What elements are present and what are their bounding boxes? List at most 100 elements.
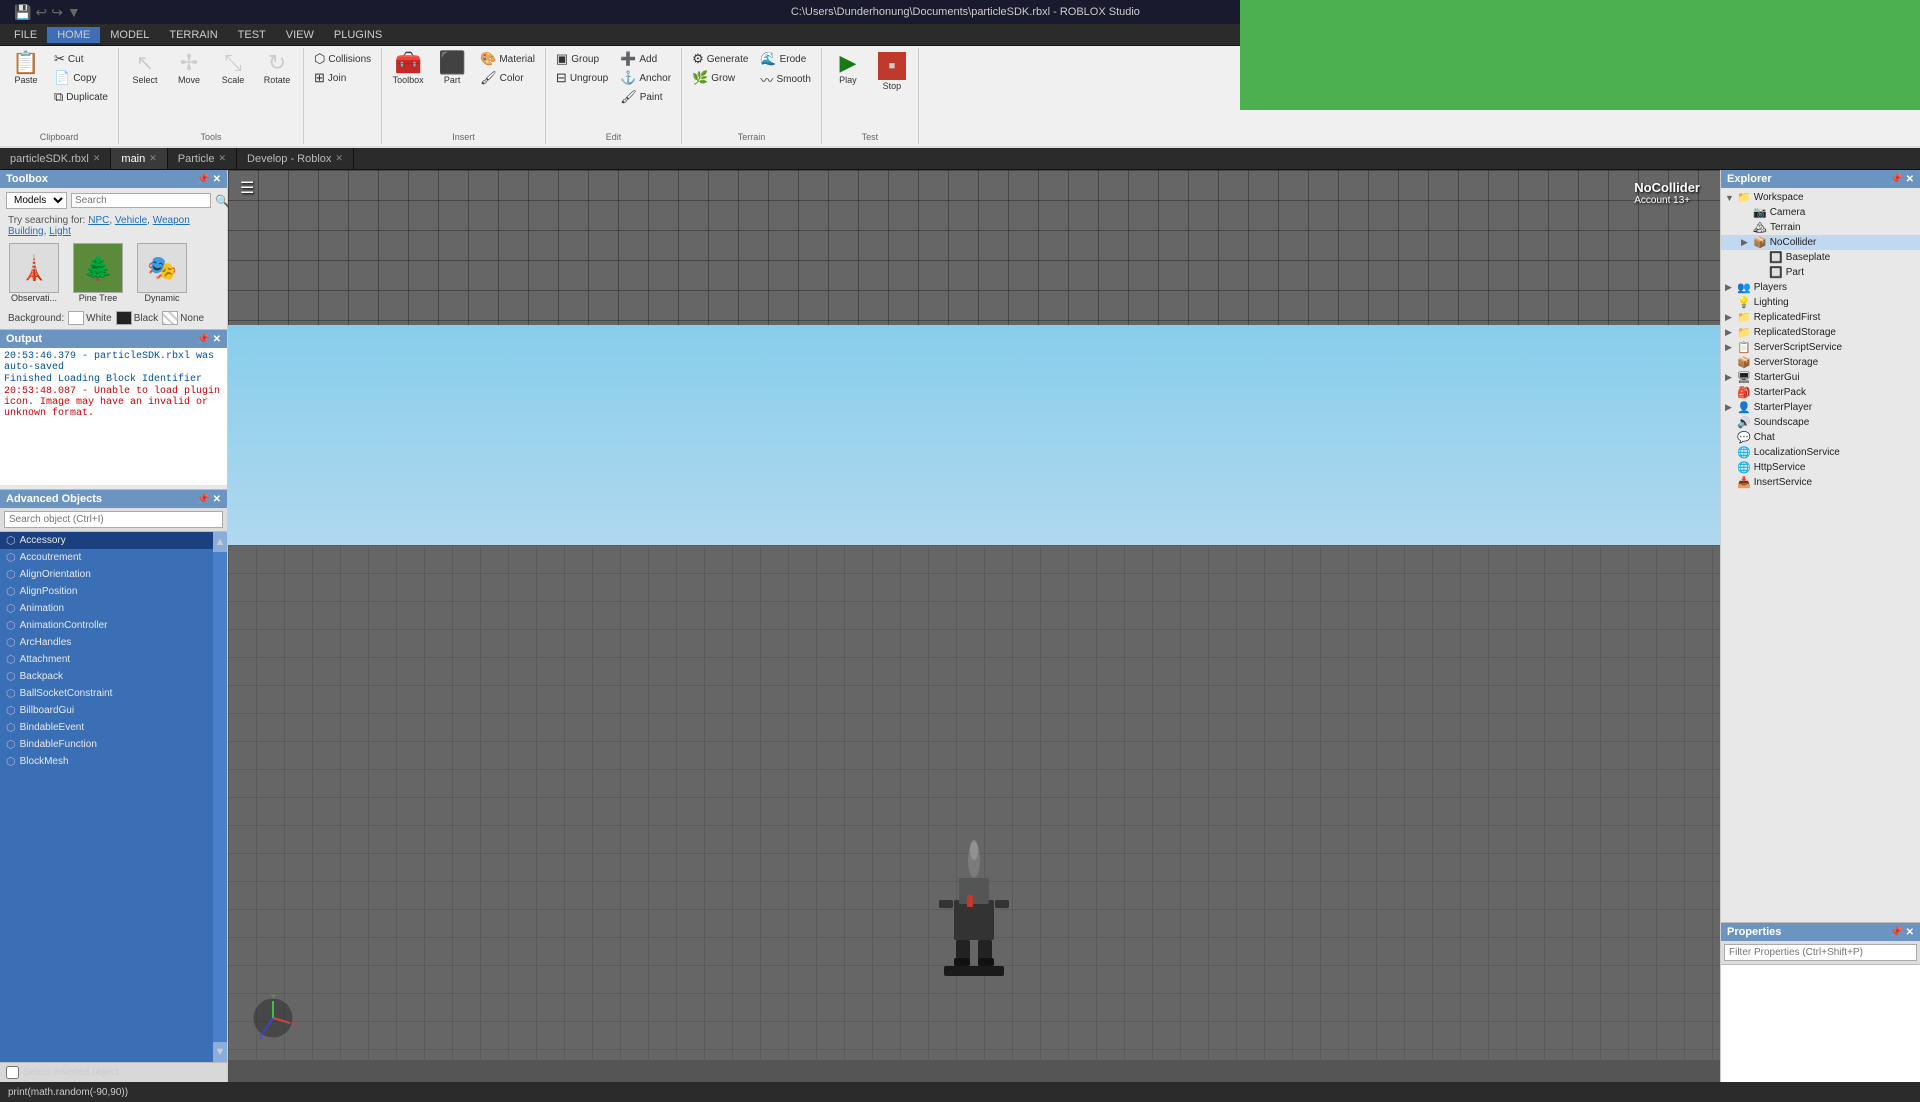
- erode-button[interactable]: 🌊 Erode: [756, 50, 814, 68]
- suggest-building[interactable]: Building: [8, 226, 44, 237]
- toolbox-header-buttons[interactable]: 📌 ✕: [197, 174, 221, 185]
- tree-nocollider[interactable]: ▶📦NoCollider: [1721, 235, 1920, 250]
- menu-plugins[interactable]: PLUGINS: [324, 27, 392, 43]
- tree-part[interactable]: 🔲Part: [1721, 265, 1920, 280]
- adv-item-backpack[interactable]: ⬡ Backpack: [0, 668, 227, 685]
- select-inserted-checkbox[interactable]: [6, 1066, 19, 1079]
- explorer-pin-icon[interactable]: 📌: [1890, 174, 1902, 185]
- bg-black-option[interactable]: Black: [116, 311, 158, 325]
- toolbox-close-icon[interactable]: ✕: [213, 174, 221, 185]
- menu-test[interactable]: TEST: [228, 27, 276, 43]
- adv-item-ballsocketconstraint[interactable]: ⬡ BallSocketConstraint: [0, 685, 227, 702]
- toolbox-item-dynamic[interactable]: 🎭 Dynamic: [132, 243, 192, 303]
- tree-chat[interactable]: 💬Chat: [1721, 430, 1920, 445]
- cut-button[interactable]: ✂ Cut: [50, 50, 112, 68]
- tab-main[interactable]: main ✕: [111, 148, 167, 169]
- part-button[interactable]: ⬛ Part: [432, 50, 472, 87]
- output-close-icon[interactable]: ✕: [213, 334, 221, 345]
- suggest-light[interactable]: Light: [49, 226, 71, 237]
- menu-terrain[interactable]: TERRAIN: [159, 27, 227, 43]
- play-button[interactable]: ▶ Play: [828, 50, 868, 87]
- close-tab-particle[interactable]: ✕: [218, 153, 226, 164]
- group-button[interactable]: ▣ Group: [552, 50, 612, 68]
- paint-button[interactable]: 🖌 Paint: [616, 88, 675, 106]
- close-tab-particleSDK[interactable]: ✕: [93, 153, 101, 164]
- suggest-vehicle[interactable]: Vehicle: [115, 215, 147, 226]
- paste-button[interactable]: 📋 Paste: [6, 50, 46, 87]
- rotate-button[interactable]: ↻ Rotate: [257, 50, 297, 87]
- tab-particleSDK[interactable]: particleSDK.rbxl ✕: [0, 148, 111, 169]
- menu-file[interactable]: FILE: [4, 27, 47, 43]
- tree-startergui[interactable]: ▶🖥StarterGui: [1721, 370, 1920, 385]
- collisions-button[interactable]: ⬡ Collisions: [310, 50, 375, 68]
- suggest-weapon[interactable]: Weapon: [153, 215, 190, 226]
- tree-players[interactable]: ▶👥Players: [1721, 280, 1920, 295]
- properties-close-icon[interactable]: ✕: [1906, 927, 1914, 938]
- adv-objects-header-buttons[interactable]: 📌 ✕: [197, 494, 221, 505]
- menu-view[interactable]: VIEW: [276, 27, 324, 43]
- adv-item-bindableevent[interactable]: ⬡ BindableEvent: [0, 719, 227, 736]
- suggest-npc[interactable]: NPC: [88, 215, 109, 226]
- undo-icon[interactable]: ↩: [35, 4, 47, 21]
- toolbox-item-pine-tree[interactable]: 🌲 Pine Tree: [68, 243, 128, 303]
- duplicate-button[interactable]: ⧉ Duplicate: [50, 88, 112, 106]
- toolbox-model-select[interactable]: Models: [6, 192, 67, 209]
- tree-terrain[interactable]: 🏔Terrain: [1721, 220, 1920, 235]
- quick-access-toolbar[interactable]: 💾 ↩ ↪ ▼: [8, 4, 87, 21]
- redo-icon[interactable]: ↪: [51, 4, 63, 21]
- close-tab-main[interactable]: ✕: [149, 153, 157, 164]
- adv-objects-pin-icon[interactable]: 📌: [197, 494, 209, 505]
- tree-starterplayer[interactable]: ▶👤StarterPlayer: [1721, 400, 1920, 415]
- copy-button[interactable]: 📄 Copy: [50, 69, 112, 87]
- tree-baseplate[interactable]: 🔲Baseplate: [1721, 250, 1920, 265]
- adv-item-alignposition[interactable]: ⬡ AlignPosition: [0, 583, 227, 600]
- adv-item-animation[interactable]: ⬡ Animation: [0, 600, 227, 617]
- tree-workspace[interactable]: ▼📁Workspace: [1721, 190, 1920, 205]
- adv-item-accessory[interactable]: ⬡ Accessory: [0, 532, 227, 549]
- adv-objects-search-input[interactable]: [4, 511, 223, 528]
- stop-button[interactable]: ■ Stop: [872, 50, 912, 93]
- ungroup-button[interactable]: ⊟ Ungroup: [552, 69, 612, 87]
- tree-serverstorage[interactable]: 📦ServerStorage: [1721, 355, 1920, 370]
- explorer-header-buttons[interactable]: 📌 ✕: [1890, 174, 1914, 185]
- smooth-button[interactable]: 〰 Smooth: [756, 69, 814, 90]
- properties-filter-input[interactable]: [1724, 944, 1917, 961]
- adv-item-animationcontroller[interactable]: ⬡ AnimationController: [0, 617, 227, 634]
- bg-white-option[interactable]: White: [68, 311, 112, 325]
- adv-item-accoutrement[interactable]: ⬡ Accoutrement: [0, 549, 227, 566]
- viewport[interactable]: NoCollider Account 13+ ☰ Z Y X: [228, 170, 1720, 1082]
- tree-replicatedstorage[interactable]: ▶📁ReplicatedStorage: [1721, 325, 1920, 340]
- menu-home[interactable]: HOME: [47, 27, 100, 43]
- join-button[interactable]: ⊞ Join: [310, 69, 375, 87]
- scale-button[interactable]: ⤡ Scale: [213, 50, 253, 87]
- anchor-button[interactable]: ⚓ Anchor: [616, 69, 675, 87]
- output-header-buttons[interactable]: 📌 ✕: [197, 334, 221, 345]
- save-icon[interactable]: 💾: [14, 4, 31, 21]
- tab-particle[interactable]: Particle ✕: [168, 148, 237, 169]
- tree-httpservice[interactable]: 🌐HttpService: [1721, 460, 1920, 475]
- explorer-close-icon[interactable]: ✕: [1906, 174, 1914, 185]
- scene-hamburger-menu[interactable]: ☰: [240, 178, 254, 198]
- tree-serverscriptservice[interactable]: ▶📋ServerScriptService: [1721, 340, 1920, 355]
- adv-list-scroll-up[interactable]: ▲: [213, 532, 227, 552]
- select-button[interactable]: ↖ Select: [125, 50, 165, 87]
- adv-item-archandles[interactable]: ⬡ ArcHandles: [0, 634, 227, 651]
- generate-button[interactable]: ⚙ Generate: [688, 50, 752, 68]
- properties-header-buttons[interactable]: 📌 ✕: [1890, 927, 1914, 938]
- tree-starterpack[interactable]: 🎒StarterPack: [1721, 385, 1920, 400]
- adv-list-scroll-down[interactable]: ▼: [213, 1042, 227, 1062]
- dropdown-icon[interactable]: ▼: [67, 4, 81, 20]
- adv-item-attachment[interactable]: ⬡ Attachment: [0, 651, 227, 668]
- bg-none-option[interactable]: None: [162, 311, 204, 325]
- tree-insertservice[interactable]: 📥InsertService: [1721, 475, 1920, 490]
- tree-soundscape[interactable]: 🔊Soundscape: [1721, 415, 1920, 430]
- add-button[interactable]: ➕ Add: [616, 50, 675, 68]
- toolbox-item-observati[interactable]: 🗼 Observati...: [4, 243, 64, 303]
- material-button[interactable]: 🎨 Material: [476, 50, 539, 68]
- adv-objects-close-icon[interactable]: ✕: [213, 494, 221, 505]
- tree-localizationservice[interactable]: 🌐LocalizationService: [1721, 445, 1920, 460]
- move-button[interactable]: ✢ Move: [169, 50, 209, 87]
- adv-item-blockmesh[interactable]: ⬡ BlockMesh: [0, 753, 227, 770]
- tree-replicatedfirst[interactable]: ▶📁ReplicatedFirst: [1721, 310, 1920, 325]
- tree-camera[interactable]: 📷Camera: [1721, 205, 1920, 220]
